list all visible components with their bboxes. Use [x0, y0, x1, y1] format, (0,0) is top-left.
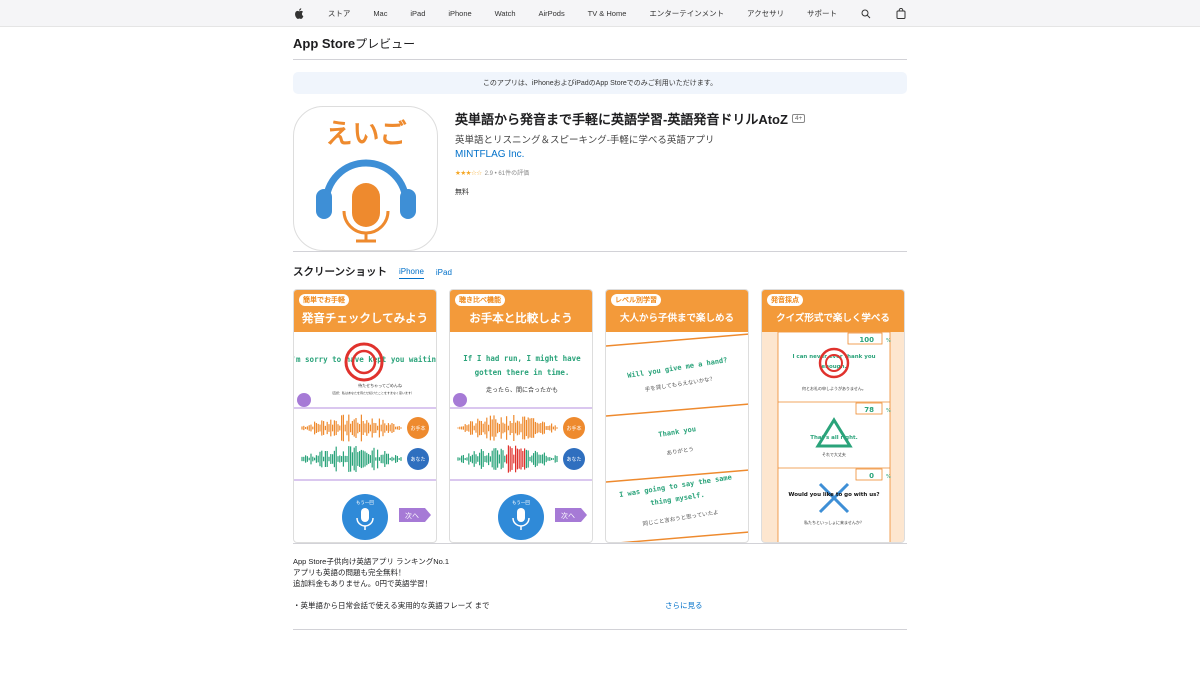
rating-row: ★★★☆☆ 2.9 • 61件の評価 — [455, 168, 805, 178]
app-title: 英単語から発音まで手軽に英語学習-英語発音ドリルAtoZ — [455, 112, 788, 127]
nav-entertainment[interactable]: エンターテインメント — [649, 8, 724, 19]
app-title-row: 英単語から発音まで手軽に英語学習-英語発音ドリルAtoZ 4+ — [455, 109, 806, 128]
desc-line — [293, 589, 907, 600]
phrase-jp: ありがとう — [666, 445, 694, 457]
nav-ipad[interactable]: iPad — [410, 9, 425, 18]
quiz-en: Would you like to go with us? — [788, 492, 880, 498]
desc-line: ・英単語から日常会話で使える実用的な英語フレーズ まで — [293, 601, 490, 610]
you-button-label: あなた — [566, 456, 581, 463]
phrase-en: I was going to say the same thing myself… — [618, 473, 733, 508]
desc-line: App Store子供向け英語アプリ ランキングNo.1 — [293, 557, 450, 566]
shot-headline: 大人から子供まで楽しめる — [619, 313, 734, 324]
preview-label: プレビュー — [355, 36, 416, 51]
shot-headline: お手本と比較しよう — [469, 313, 573, 325]
shot-headline: 発音チェックしてみよう — [301, 313, 429, 325]
quiz-jp: それで大丈夫 — [822, 451, 846, 457]
waveform-orange — [301, 414, 402, 442]
availability-banner: このアプリは、iPhoneおよびiPadのApp Storeでのみご利用いただけ… — [293, 72, 907, 94]
shot-headline: クイズ形式で楽しく学べる — [776, 313, 890, 324]
tab-ipad[interactable]: iPad — [436, 268, 452, 279]
app-store-title[interactable]: App Store — [293, 36, 355, 51]
price: 無料 — [455, 189, 469, 196]
age-rating-badge: 4+ — [791, 114, 806, 123]
model-button-label: お手本 — [410, 425, 425, 432]
nav-accessories[interactable]: アクセサリ — [747, 8, 784, 19]
percent-label: % — [886, 408, 891, 414]
app-header: えいご 英単語から発音まで手軽に英語学習-英語発音ドリルAtoZ 4+ 英単語と… — [293, 106, 907, 252]
shot-tag: 聴き比べ機能 — [455, 294, 505, 306]
phrase-en: Thank you — [658, 425, 697, 439]
screenshot-4[interactable]: 発音採点 クイズ形式で楽しく学べる 100 % I can never ever … — [761, 289, 905, 543]
nav-support[interactable]: サポート — [807, 8, 837, 19]
next-label: 次へ — [405, 511, 419, 520]
rating-stars-icon: ★★★☆☆ — [455, 169, 482, 177]
shot-jp-note: （直訳：私はあなたを待たせ続けたことをすまなく思います） — [330, 390, 414, 395]
search-icon[interactable] — [860, 8, 872, 20]
phrase-jp: 手を貸してもらえないかな？ — [644, 374, 715, 393]
app-icon-text: えいご — [326, 118, 407, 150]
nav-mac[interactable]: Mac — [373, 9, 387, 18]
more-link[interactable]: さらに見る — [665, 600, 703, 611]
percent-label: % — [886, 338, 891, 344]
svg-text:I'm sorry to have kept you wai: I'm sorry to have kept you waiting. — [294, 355, 437, 364]
shot-en-text: I'm sorry to have kept you waiting. — [294, 355, 437, 364]
score-value: 100 — [859, 336, 874, 344]
again-label: もう一回 — [512, 500, 530, 506]
nav-tv-home[interactable]: TV & Home — [588, 9, 627, 18]
shot-tag: 発音採点 — [767, 294, 803, 306]
rating-text: 2.9 • 61件の評価 — [484, 171, 530, 177]
shot-tag: 簡単でお手軽 — [299, 294, 349, 306]
main-content: App Store プレビュー このアプリは、iPhoneおよびiPadのApp … — [293, 27, 907, 630]
nav-store[interactable]: ストア — [328, 8, 351, 19]
developer-link[interactable]: MINTFLAG Inc. — [455, 149, 805, 160]
screenshots-title: スクリーンショット — [293, 266, 387, 278]
quiz-en: That's all right. — [810, 435, 857, 441]
score-value: 0 — [869, 472, 874, 480]
divider — [293, 629, 907, 630]
quiz-jp: 私たちといっしょに来ませんか？ — [804, 519, 864, 525]
global-nav: ストア Mac iPad iPhone Watch AirPods TV & H… — [0, 0, 1200, 27]
desc-line: 追加料金もありません。0円で英語学習！ — [293, 579, 432, 588]
score-value: 78 — [864, 406, 874, 414]
you-button-label: あなた — [410, 456, 425, 463]
next-label: 次へ — [561, 511, 575, 520]
again-label: もう一回 — [356, 500, 374, 506]
tab-iphone[interactable]: iPhone — [398, 267, 424, 279]
app-subtitle: 英単語とリスニング＆スピーキング-手軽に学べる英語アプリ — [455, 135, 715, 146]
screenshot-2[interactable]: 聴き比べ機能お手本と比較しよう If I had run, I might ha… — [449, 289, 593, 543]
screenshot-gallery[interactable]: 簡単でお手軽発音チェックしてみよう I'm sorry to have kept… — [293, 289, 907, 544]
shot-jp-text: 走ったら、間に合ったかも — [486, 386, 558, 394]
bag-icon[interactable] — [895, 8, 907, 20]
app-info: 英単語から発音まで手軽に英語学習-英語発音ドリルAtoZ 4+ 英単語とリスニン… — [455, 106, 806, 251]
screenshot-1[interactable]: 簡単でお手軽発音チェックしてみよう I'm sorry to have kept… — [293, 289, 437, 543]
quiz-jp: 何とお礼の申しようがありません。 — [802, 385, 866, 391]
apple-logo-icon[interactable] — [293, 8, 305, 20]
waveform-green — [301, 446, 402, 472]
screenshot-3[interactable]: レベル別学習 大人から子供まで楽しめる Will you give me a ha… — [605, 289, 749, 543]
shot-en-text: If I had run, I might have gotten there … — [463, 354, 581, 377]
app-icon: えいご — [293, 106, 438, 251]
app-description: App Store子供向け英語アプリ ランキングNo.1 アプリも英語の問題も完… — [293, 556, 907, 611]
screenshots-header: スクリーンショット iPhone iPad — [293, 265, 907, 279]
model-button-label: お手本 — [566, 425, 581, 432]
nav-watch[interactable]: Watch — [495, 9, 516, 18]
desc-line: アプリも英語の問題も完全無料！ — [293, 568, 406, 577]
nav-iphone[interactable]: iPhone — [448, 9, 471, 18]
percent-label: % — [886, 474, 891, 480]
shot-tag: レベル別学習 — [611, 294, 661, 306]
local-nav: App Store プレビュー — [293, 27, 907, 60]
nav-airpods[interactable]: AirPods — [538, 9, 564, 18]
shot-jp-text: 待たせちゃってごめんね — [358, 382, 402, 388]
